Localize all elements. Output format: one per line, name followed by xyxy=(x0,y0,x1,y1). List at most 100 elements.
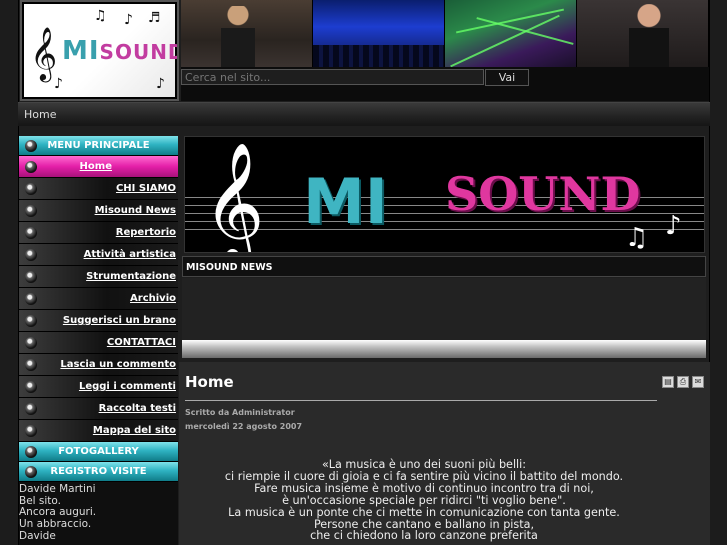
menu-principale-header: MENU PRINCIPALE xyxy=(19,136,178,156)
sidebar-item-suggerisci-un-brano[interactable]: Suggerisci un brano xyxy=(19,310,178,332)
music-note-icon: ♫ xyxy=(625,223,649,253)
sidebar-item-label[interactable]: Leggi i commenti xyxy=(79,381,176,392)
print-icon[interactable]: ⎙ xyxy=(677,376,689,388)
sidebar-item-home[interactable]: Home xyxy=(19,156,178,178)
article-body: «La musica è uno dei suoni più belli: ci … xyxy=(219,459,629,542)
guestbook-line: Davide xyxy=(19,529,56,542)
singer-figure xyxy=(221,6,255,67)
bullet-icon xyxy=(25,161,37,173)
poem-line: che ci chiedono la loro canzone preferit… xyxy=(310,529,538,543)
sidebar-item-raccolta-testi[interactable]: Raccolta testi xyxy=(19,398,178,420)
bullet-icon xyxy=(25,227,37,239)
sidebar-item-label[interactable]: Mappa del sito xyxy=(93,425,176,436)
news-header: MISOUND NEWS xyxy=(182,256,706,277)
registro-visite-title: REGISTRO VISITE xyxy=(50,466,147,477)
sidebar-item-label[interactable]: CONTATTACI xyxy=(107,337,176,348)
sidebar-item-label[interactable]: Repertorio xyxy=(116,227,176,238)
news-body xyxy=(182,278,706,340)
title-divider xyxy=(185,400,657,401)
registro-visite-header[interactable]: REGISTRO VISITE xyxy=(19,462,178,482)
sidebar-item-mappa-del-sito[interactable]: Mappa del sito xyxy=(19,420,178,442)
bullet-icon xyxy=(25,205,37,217)
bullet-icon xyxy=(25,359,37,371)
fotogallery-title: FOTOGALLERY xyxy=(58,446,139,457)
guestbook-line: Davide Martini xyxy=(19,483,96,495)
article-date: mercoledì 22 agosto 2007 xyxy=(185,422,303,431)
search-button[interactable]: Vai xyxy=(485,69,529,86)
sidebar: MENU PRINCIPALE Home CHI SIAMO Misound New… xyxy=(19,136,178,545)
bullet-icon xyxy=(25,183,37,195)
banner-mi: MI xyxy=(303,165,388,238)
news-footer-bar xyxy=(182,340,706,358)
bullet-icon xyxy=(25,403,37,415)
misound-banner: 𝄞 MI SOUND ♪ ♫ xyxy=(184,136,705,253)
sidebar-item-label[interactable]: Strumentazione xyxy=(86,271,176,282)
bullet-icon xyxy=(25,249,37,261)
article-title: Home xyxy=(185,373,234,391)
site-logo[interactable]: 𝄞 ♫ ♪ ♬ ♪ ♪ MISOUND xyxy=(20,0,179,101)
sidebar-item-label[interactable]: Suggerisci un brano xyxy=(63,315,176,326)
email-icon[interactable]: ✉ xyxy=(692,376,704,388)
banner-sound: SOUND xyxy=(445,167,641,221)
music-note-icon: ♪ xyxy=(665,211,682,241)
sidebar-item-label[interactable]: Lascia un commento xyxy=(60,359,176,370)
sidebar-item-label[interactable]: Attività artistica xyxy=(84,249,176,260)
bullet-icon xyxy=(25,337,37,349)
music-note-icon: ♫ xyxy=(94,8,107,24)
sidebar-item-contattaci[interactable]: CONTATTACI xyxy=(19,332,178,354)
article: Home ▤ ⎙ ✉ Scritto da Administrator merc… xyxy=(179,362,710,545)
header-photo-laser-show xyxy=(445,0,577,67)
fotogallery-header[interactable]: FOTOGALLERY xyxy=(19,442,178,462)
bullet-icon xyxy=(25,271,37,283)
singer-figure xyxy=(629,4,669,67)
treble-clef-icon: 𝄞 xyxy=(30,26,58,80)
poem-line: La musica è un ponte che ci mette in com… xyxy=(228,505,620,519)
logo-wordmark: MISOUND xyxy=(62,36,179,66)
sidebar-item-leggi-i-commenti[interactable]: Leggi i commenti xyxy=(19,376,178,398)
sidebar-item-archivio[interactable]: Archivio xyxy=(19,288,178,310)
sidebar-item-label[interactable]: Misound News xyxy=(95,205,176,216)
sidebar-item-label[interactable]: CHI SIAMO xyxy=(116,183,176,194)
guestbook-entry: Davide Martini Bel sito. Ancora auguri. Un … xyxy=(19,482,178,545)
poem-line: Fare musica insieme è motivo di continuo… xyxy=(254,481,594,495)
bullet-icon xyxy=(25,140,37,152)
poem-line: è un'occasione speciale per ridirci "ti … xyxy=(282,493,566,507)
header-photo-concert-crowd xyxy=(313,0,445,67)
breadcrumb[interactable]: Home xyxy=(24,108,56,121)
music-note-icon: ♬ xyxy=(148,10,161,26)
music-note-icon: ♪ xyxy=(124,12,133,28)
news-title: MISOUND NEWS xyxy=(186,262,273,273)
bullet-icon xyxy=(25,381,37,393)
sidebar-item-repertorio[interactable]: Repertorio xyxy=(19,222,178,244)
crowd-silhouette xyxy=(313,45,444,67)
bullet-icon xyxy=(25,315,37,327)
sidebar-item-label[interactable]: Archivio xyxy=(130,293,176,304)
music-note-icon: ♪ xyxy=(54,76,63,92)
sidebar-item-strumentazione[interactable]: Strumentazione xyxy=(19,266,178,288)
bullet-icon xyxy=(25,425,37,437)
bullet-icon xyxy=(25,446,37,458)
header-photo-strip xyxy=(181,0,709,67)
menu-title: MENU PRINCIPALE xyxy=(47,140,150,151)
breadcrumb-bar: Home xyxy=(18,102,710,126)
sidebar-item-attività-artistica[interactable]: Attività artistica xyxy=(19,244,178,266)
header-photo-singer-female xyxy=(577,0,709,67)
laser-beam xyxy=(476,17,574,45)
search-bar: Vai xyxy=(181,67,709,101)
logo-sound: SOUND xyxy=(99,40,179,64)
bullet-icon xyxy=(25,293,37,305)
sidebar-item-misound-news[interactable]: Misound News xyxy=(19,200,178,222)
sidebar-item-label[interactable]: Raccolta testi xyxy=(99,403,176,414)
article-tools: ▤ ⎙ ✉ xyxy=(662,376,704,388)
logo-mi: MI xyxy=(62,36,100,66)
header-photo-singer-male xyxy=(181,0,313,67)
logo-background: 𝄞 ♫ ♪ ♬ ♪ ♪ MISOUND xyxy=(24,4,177,97)
search-input[interactable] xyxy=(181,69,484,85)
sidebar-item-chi-siamo[interactable]: CHI SIAMO xyxy=(19,178,178,200)
main-menu: Home CHI SIAMO Misound News Repertorio Attiv… xyxy=(19,156,178,442)
treble-clef-icon: 𝄞 xyxy=(203,141,265,253)
sidebar-item-lascia-un-commento[interactable]: Lascia un commento xyxy=(19,354,178,376)
pdf-icon[interactable]: ▤ xyxy=(662,376,674,388)
bullet-icon xyxy=(25,466,37,478)
sidebar-item-label[interactable]: Home xyxy=(80,161,112,172)
